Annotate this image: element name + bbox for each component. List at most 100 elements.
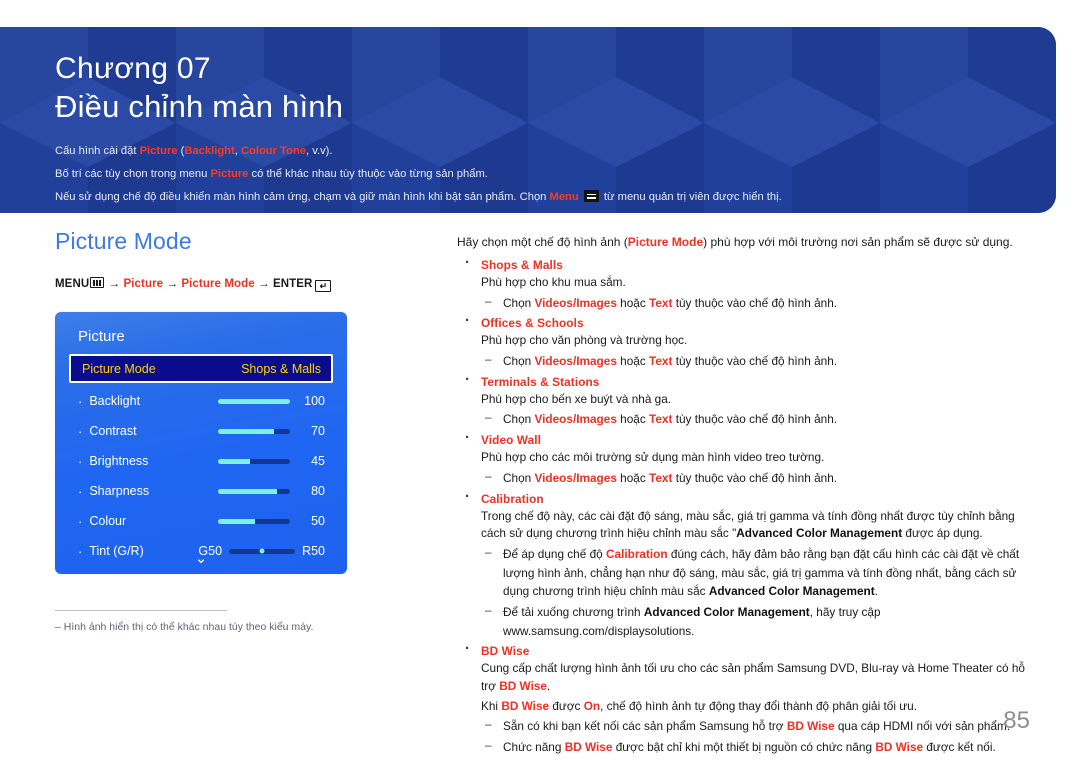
item-desc-video-wall: Phù hợp cho các môi trường sử dụng màn h… — [481, 450, 825, 465]
sub-b: hoặc — [616, 295, 650, 310]
enter-return-icon: ↵ — [315, 280, 332, 292]
calibration-sub-2: Để tải xuống chương trình Advanced Color… — [503, 605, 881, 638]
osd-row-contrast[interactable]: · Contrast 70 — [69, 416, 333, 446]
bullet-icon: · — [78, 453, 83, 469]
bdwise-sub1-a: Sẵn có khi bạn kết nối các sản phẩm Sams… — [503, 719, 787, 734]
osd-label-picture-mode: Picture Mode — [82, 361, 156, 376]
sub-text-video-wall: Chọn Videos/Images hoặc Text tùy thuộc v… — [503, 471, 837, 485]
calibration-acm-2: Advanced Color Management — [708, 584, 875, 599]
list-item: Chức năng BD Wise được bật chỉ khi một t… — [481, 738, 1037, 757]
list-item: Chọn Videos/Images hoặc Text tùy thuộc v… — [481, 352, 1037, 371]
osd-row-sharpness[interactable]: · Sharpness 80 — [69, 476, 333, 506]
sub-list-shops-malls: Chọn Videos/Images hoặc Text tùy thuộc v… — [481, 294, 1037, 313]
note3-text-a: Nếu sử dụng chế độ điều khiển màn hình c… — [55, 191, 550, 204]
osd-picture-menu: Picture Picture Mode Shops & Malls · Back… — [55, 312, 347, 574]
sub-text-token: Text — [649, 412, 673, 427]
sub-c: tùy thuộc vào chế độ hình ảnh. — [672, 470, 838, 485]
osd-row-picture-mode[interactable]: Picture Mode Shops & Malls — [69, 354, 333, 383]
menu-grid-icon — [90, 277, 105, 288]
bdwise-sub-2: Chức năng BD Wise được bật chỉ khi một t… — [503, 740, 996, 754]
note2-text-a: Bố trí các tùy chọn trong menu — [55, 168, 211, 181]
item-desc-bd-wise: Cung cấp chất lượng hình ảnh tối ưu cho … — [481, 660, 1037, 695]
menu-path: MENU → Picture → Picture Mode → ENTER ↵ — [55, 277, 425, 292]
osd-slider-sharpness[interactable]: 80 — [207, 484, 325, 498]
osd-slider-brightness[interactable]: 45 — [207, 454, 325, 468]
bdwise-on-token: On — [583, 698, 601, 713]
slider-track-contrast[interactable] — [218, 428, 290, 434]
sub-list-bd-wise: Sẵn có khi bạn kết nối các sản phẩm Sams… — [481, 717, 1037, 756]
menu-path-arrow-1: → — [108, 278, 121, 290]
osd-label-brightness-text: Brightness — [89, 454, 149, 468]
sub-videos-images: Videos/Images — [534, 295, 617, 310]
osd-value-brightness: 45 — [311, 454, 325, 468]
osd-label-contrast: · Contrast — [78, 424, 207, 438]
item-head-offices-schools: Offices & Schools — [481, 316, 584, 331]
slider-track-backlight[interactable] — [218, 398, 290, 404]
chapter-banner: Chương 07 Điều chỉnh màn hình Cấu hình c… — [0, 27, 1056, 213]
bdwise-line2-a: Khi — [481, 698, 502, 713]
list-item-offices-schools: Offices & Schools Phù hợp cho văn phòng … — [457, 312, 1037, 371]
note3-menu: Menu — [549, 191, 579, 204]
menu-path-menu: MENU — [55, 278, 90, 290]
list-item: Sẵn có khi bạn kết nối các sản phẩm Sams… — [481, 717, 1037, 736]
calibration-sub1-token: Calibration — [605, 546, 668, 561]
list-item-shops-malls: Shops & Malls Phù hợp cho khu mua sắm. C… — [457, 254, 1037, 313]
sub-list-offices-schools: Chọn Videos/Images hoặc Text tùy thuộc v… — [481, 352, 1037, 371]
calibration-acm-3: Advanced Color Management — [643, 604, 810, 619]
note2-text-b: có thể khác nhau tùy thuộc vào từng sản … — [248, 168, 488, 181]
osd-slider-backlight[interactable]: 100 — [207, 394, 325, 408]
osd-label-sharpness-text: Sharpness — [89, 484, 150, 498]
item-desc-terminals-stations: Phù hợp cho bến xe buýt và nhà ga. — [481, 391, 672, 406]
calibration-sub1-c: . — [874, 584, 878, 599]
calibration-sub-1: Để áp dụng chế độ Calibration đúng cách,… — [503, 547, 1019, 598]
osd-row-brightness[interactable]: · Brightness 45 — [69, 446, 333, 476]
osd-value-backlight: 100 — [304, 394, 325, 408]
osd-row-colour[interactable]: · Colour 50 — [69, 506, 333, 536]
bdwise-token-4: BD Wise — [564, 740, 613, 755]
slider-fill-brightness — [218, 458, 251, 464]
list-item-video-wall: Video Wall Phù hợp cho các môi trường sử… — [457, 429, 1037, 487]
sub-a: Chọn — [503, 354, 535, 369]
osd-value-sharpness: 80 — [311, 484, 325, 498]
sub-text-token: Text — [649, 470, 673, 485]
list-item: Để áp dụng chế độ Calibration đúng cách,… — [481, 545, 1037, 601]
sub-text-token: Text — [649, 295, 673, 310]
bdwise-sub2-c: được kết nối. — [923, 740, 996, 755]
slider-track-colour[interactable] — [218, 518, 290, 524]
osd-value-colour: 50 — [311, 514, 325, 528]
osd-slider-colour[interactable]: 50 — [207, 514, 325, 528]
list-item-calibration: Calibration Trong chế độ này, các cài đặ… — [457, 488, 1037, 641]
sub-text-terminals-stations: Chọn Videos/Images hoặc Text tùy thuộc v… — [503, 412, 837, 426]
bdwise-line2-c: , chế độ hình ảnh tự động thay đổi thành… — [600, 698, 917, 713]
chapter-title: Điều chỉnh màn hình — [55, 89, 344, 125]
slider-track-brightness[interactable] — [218, 458, 290, 464]
calibration-acm-1: Advanced Color Management — [736, 526, 903, 541]
osd-slider-contrast[interactable]: 70 — [207, 424, 325, 438]
sub-videos-images: Videos/Images — [534, 412, 617, 427]
osd-label-backlight-text: Backlight — [89, 394, 141, 408]
chevron-down-icon[interactable]: ⌄ — [55, 551, 347, 566]
item-desc-bd-wise-on: Khi BD Wise được On, chế độ hình ảnh tự … — [481, 698, 1037, 716]
bdwise-sub2-a: Chức năng — [503, 740, 565, 755]
sub-c: tùy thuộc vào chế độ hình ảnh. — [672, 412, 838, 427]
osd-title: Picture — [78, 328, 125, 345]
intro-text-b: ) phù hợp với môi trường nơi sản phẩm sẽ… — [703, 235, 1013, 249]
banner-notes: Cấu hình cài đặt Picture (Backlight, Col… — [55, 144, 1056, 205]
bdwise-desc-b: . — [546, 679, 551, 693]
osd-row-backlight[interactable]: · Backlight 100 — [69, 386, 333, 416]
bullet-icon: · — [78, 423, 83, 439]
list-item-terminals-stations: Terminals & Stations Phù hợp cho bến xe … — [457, 371, 1037, 429]
bdwise-sub2-b: được bật chỉ khi một thiết bị nguồn có c… — [612, 740, 876, 755]
list-item-bd-wise: BD Wise Cung cấp chất lượng hình ảnh tối… — [457, 640, 1037, 756]
bdwise-token-5: BD Wise — [875, 740, 924, 755]
item-desc-offices-schools: Phù hợp cho văn phòng và trường học. — [481, 333, 688, 348]
bdwise-sub-1: Sẵn có khi bạn kết nối các sản phẩm Sams… — [503, 719, 1010, 733]
bdwise-sub1-b: qua cáp HDMI nối với sản phẩm. — [834, 719, 1011, 734]
sub-c: tùy thuộc vào chế độ hình ảnh. — [672, 295, 838, 310]
sub-b: hoặc — [616, 412, 650, 427]
menu-path-picture: Picture — [123, 278, 164, 290]
note1-picture: Picture — [139, 145, 178, 158]
menu-path-arrow-3: → — [258, 278, 270, 290]
bdwise-desc-a: Cung cấp chất lượng hình ảnh tối ưu cho … — [481, 661, 1025, 693]
slider-track-sharpness[interactable] — [218, 488, 290, 494]
